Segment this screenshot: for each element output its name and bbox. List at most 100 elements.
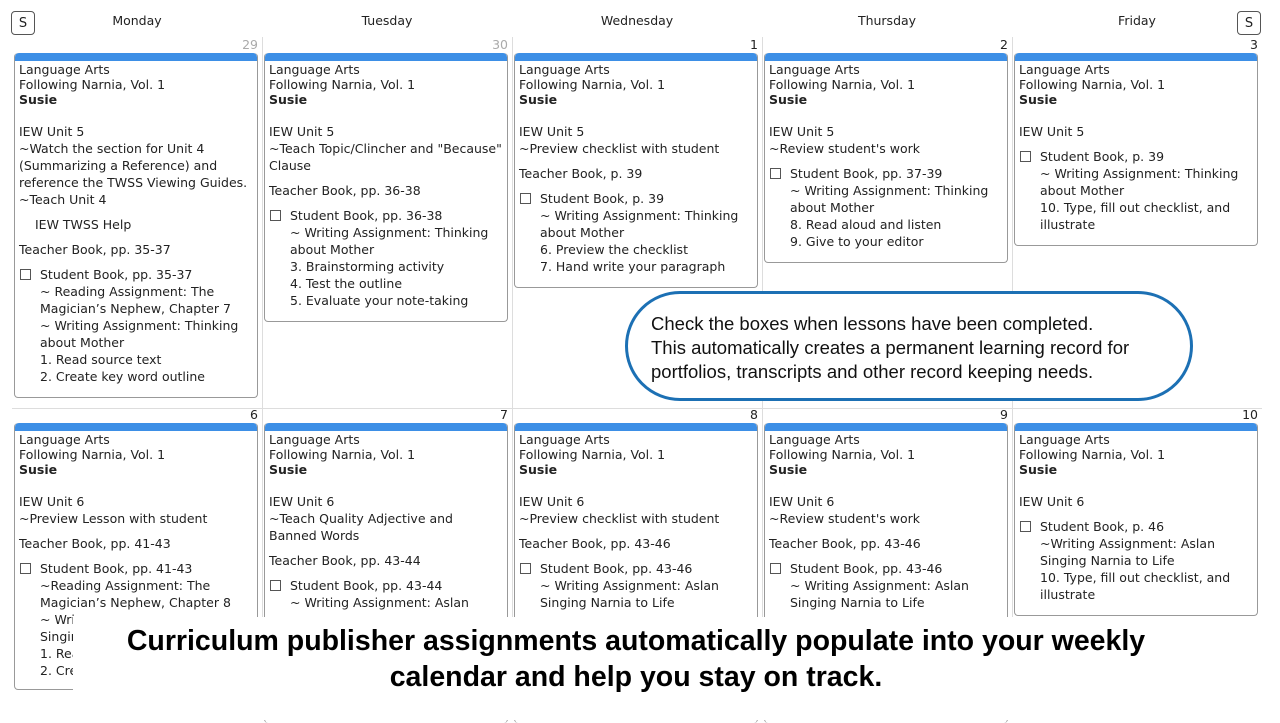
- date-number: 6: [250, 407, 258, 422]
- lesson-text: Teacher Book, pp. 41-43: [19, 536, 171, 551]
- card-student: Susie: [1019, 92, 1058, 107]
- lesson-text: Teacher Book, pp. 43-46: [519, 536, 671, 551]
- card-color-bar: [515, 53, 757, 61]
- completion-checkbox[interactable]: [770, 563, 781, 574]
- promo-banner: Curriculum publisher assignments automat…: [73, 617, 1280, 720]
- assignment-body: Student Book, pp. 43-46 ~ Writing Assignm…: [540, 560, 753, 611]
- completion-checkbox[interactable]: [520, 193, 531, 204]
- lesson-card[interactable]: Language Arts Following Narnia, Vol. 1 Sus…: [514, 53, 758, 288]
- assignment-label: Student Book, p. 46: [1040, 519, 1165, 534]
- date-number: 3: [1250, 37, 1258, 52]
- help-link[interactable]: IEW TWSS Help: [19, 216, 253, 233]
- assignment-detail: 2. Create key word outline: [40, 369, 205, 384]
- assignment-detail: ~ Writing Assignment: Thinking about Mot…: [40, 318, 239, 350]
- date-number: 29: [242, 37, 258, 52]
- card-subject: Language Arts: [769, 432, 860, 447]
- assignment-item: Student Book, pp. 43-46 ~ Writing Assignm…: [769, 560, 1003, 611]
- assignment-detail: 8. Read aloud and listen: [790, 217, 942, 232]
- card-subject: Language Arts: [519, 432, 610, 447]
- assignment-detail: ~ Writing Assignment: Thinking about Mot…: [1040, 166, 1239, 198]
- completion-checkbox[interactable]: [1020, 521, 1031, 532]
- assignment-label: Student Book, pp. 36-38: [290, 208, 443, 223]
- assignment-label: Student Book, pp. 35-37: [40, 267, 193, 282]
- assignment-item: Student Book, pp. 36-38 ~ Writing Assignm…: [269, 207, 503, 309]
- lesson-card[interactable]: Language Arts Following Narnia, Vol. 1 Sus…: [1014, 423, 1258, 616]
- card-subject: Language Arts: [1019, 432, 1110, 447]
- card-student: Susie: [519, 462, 558, 477]
- lesson-text: IEW Unit 5: [769, 124, 835, 139]
- card-curriculum: Following Narnia, Vol. 1: [19, 76, 166, 92]
- completion-checkbox[interactable]: [20, 563, 31, 574]
- card-color-bar: [15, 53, 257, 61]
- assignment-detail: 3. Brainstorming activity: [290, 259, 445, 274]
- assignment-body: Student Book, pp. 35-37 ~ Reading Assignm…: [40, 266, 253, 385]
- completion-checkbox[interactable]: [1020, 151, 1031, 162]
- assignment-label: Student Book, pp. 43-46: [540, 561, 693, 576]
- card-subject: Language Arts: [769, 62, 860, 77]
- card-student: Susie: [519, 92, 558, 107]
- date-number: 9: [1000, 407, 1008, 422]
- card-student: Susie: [1019, 462, 1058, 477]
- lesson-text: IEW Unit 5: [519, 124, 585, 139]
- lesson-card[interactable]: Language Arts Following Narnia, Vol. 1 Sus…: [14, 53, 258, 398]
- card-color-bar: [765, 423, 1007, 431]
- card-curriculum: Following Narnia, Vol. 1: [519, 446, 666, 462]
- lesson-text: Teacher Book, pp. 43-44: [269, 553, 421, 568]
- card-student: Susie: [19, 462, 58, 477]
- lesson-text-block: IEW Unit 5 ~Teach Topic/Clincher and "Bec…: [269, 123, 503, 174]
- day-header-friday: Friday: [1118, 13, 1156, 28]
- lesson-text-block: Teacher Book, pp. 41-43: [19, 535, 253, 552]
- lesson-text: Teacher Book, pp. 36-38: [269, 183, 421, 198]
- completion-checkbox[interactable]: [20, 269, 31, 280]
- card-student: Susie: [769, 92, 808, 107]
- date-number: 7: [500, 407, 508, 422]
- date-number: 2: [1000, 37, 1008, 52]
- card-color-bar: [1015, 423, 1257, 431]
- banner-line: Curriculum publisher assignments automat…: [126, 625, 1146, 657]
- assignment-label: Student Book, pp. 37-39: [790, 166, 943, 181]
- day-header-tuesday: Tuesday: [361, 13, 413, 28]
- card-color-bar: [15, 423, 257, 431]
- lesson-text: ~Review student's work: [769, 141, 921, 156]
- card-color-bar: [265, 53, 507, 61]
- lesson-text: ~Teach Topic/Clincher and "Because" Clau…: [269, 141, 502, 173]
- lesson-text: IEW Unit 6: [1019, 494, 1085, 509]
- card-curriculum: Following Narnia, Vol. 1: [269, 446, 416, 462]
- card-color-bar: [765, 53, 1007, 61]
- date-number: 1: [750, 37, 758, 52]
- completion-checkbox[interactable]: [270, 210, 281, 221]
- lesson-text: IEW Unit 5: [269, 124, 335, 139]
- callout-line: This automatically creates a permanent l…: [651, 337, 1130, 358]
- lesson-text: ~Review student's work: [769, 511, 921, 526]
- completion-checkbox[interactable]: [270, 580, 281, 591]
- lesson-text-block: Teacher Book, pp. 35-37: [19, 241, 253, 258]
- column-divider: [512, 37, 513, 617]
- date-number: 30: [492, 37, 508, 52]
- card-curriculum: Following Narnia, Vol. 1: [1019, 446, 1166, 462]
- assignment-detail: 4. Test the outline: [290, 276, 403, 291]
- lesson-card[interactable]: Language Arts Following Narnia, Vol. 1 Sus…: [764, 53, 1008, 263]
- assignment-detail: ~ Writing Assignment: Thinking about Mot…: [790, 183, 989, 215]
- completion-checkbox[interactable]: [770, 168, 781, 179]
- assignment-detail: 5. Evaluate your note-taking: [290, 293, 469, 308]
- day-header-thursday: Thursday: [857, 13, 917, 28]
- lesson-text: ~Preview Lesson with student: [19, 511, 208, 526]
- lesson-text: ~Teach Unit 4: [19, 192, 107, 207]
- assignment-body: Student Book, pp. 43-44 ~ Writing Assignm…: [290, 577, 469, 611]
- card-student: Susie: [269, 92, 308, 107]
- assignment-detail: ~ Writing Assignment: Thinking about Mot…: [540, 208, 739, 240]
- lesson-card[interactable]: Language Arts Following Narnia, Vol. 1 Sus…: [264, 53, 508, 322]
- lesson-text: ~Watch the section for Unit 4 (Summarizi…: [19, 141, 248, 190]
- callout-tip: Check the boxes when lessons have been c…: [625, 291, 1193, 401]
- assignment-detail: ~ Writing Assignment: Aslan: [290, 595, 469, 610]
- assignment-label: Student Book, p. 39: [540, 191, 665, 206]
- lesson-text: ~Preview checklist with student: [519, 511, 720, 526]
- card-subject: Language Arts: [1019, 62, 1110, 77]
- completion-checkbox[interactable]: [520, 563, 531, 574]
- lesson-text: IEW Unit 6: [519, 494, 585, 509]
- assignment-detail: 1. Read source text: [40, 352, 162, 367]
- card-curriculum: Following Narnia, Vol. 1: [269, 76, 416, 92]
- assignment-body: Student Book, pp. 37-39 ~ Writing Assignm…: [790, 165, 1003, 250]
- lesson-card[interactable]: Language Arts Following Narnia, Vol. 1 Sus…: [1014, 53, 1258, 246]
- assignment-item: Student Book, pp. 43-46 ~ Writing Assignm…: [519, 560, 753, 611]
